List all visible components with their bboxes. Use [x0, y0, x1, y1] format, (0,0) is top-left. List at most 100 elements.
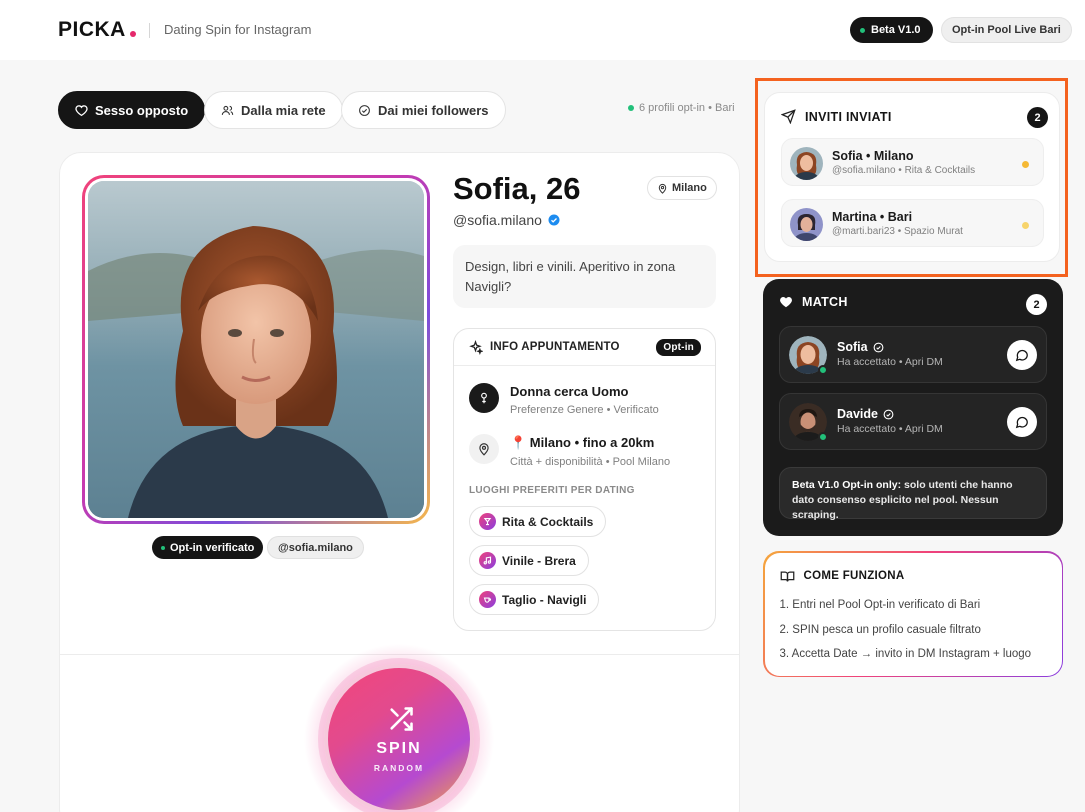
match-name-text: Davide — [837, 407, 878, 421]
match-item[interactable]: Davide Ha accettato • Apri DM — [779, 393, 1047, 450]
sparkle-icon — [469, 339, 483, 355]
beta-note: Beta V1.0 Opt-in only: solo utenti che h… — [779, 467, 1047, 521]
location-pin-icon — [469, 434, 499, 464]
heart-icon — [780, 297, 792, 308]
tagline: Dating Spin for Instagram — [164, 22, 312, 37]
how-step: 2. SPIN pesca un profilo casuale filtrat… — [779, 623, 981, 636]
location-pin-icon — [658, 183, 667, 194]
info-title: INFO APPUNTAMENTO — [490, 341, 620, 353]
logo-text: PICKA — [58, 18, 126, 41]
spin-button[interactable]: SPIN RANDOM — [324, 664, 474, 812]
music-note-icon — [479, 552, 496, 569]
city-badge: Milano — [647, 176, 717, 200]
city-label: Milano — [672, 182, 707, 194]
match-sub: Ha accettato • Apri DM — [837, 423, 943, 435]
pool-status-text: 6 profili opt-in • Bari — [639, 102, 735, 114]
logo[interactable]: PICKA — [58, 18, 136, 42]
info-row-sub: Preferenze Genere • Verificato — [510, 404, 659, 416]
verified-icon — [873, 342, 883, 352]
avatar — [789, 403, 828, 442]
beta-badge: Beta V1.0 — [850, 17, 933, 43]
invites-title: INVITI INVIATI — [805, 109, 892, 124]
spin-sub: RANDOM — [373, 763, 425, 773]
how-it-works-card: COME FUNZIONA 1. Entri nel Pool Opt-in v… — [763, 551, 1063, 677]
cocktail-icon — [479, 513, 496, 530]
send-icon — [781, 109, 796, 124]
info-appuntamento-card: INFO APPUNTAMENTO Opt-in Donna cerca Uom… — [453, 328, 716, 631]
online-indicator — [818, 365, 828, 375]
profile-handle[interactable]: @sofia.milano — [453, 212, 560, 228]
coffee-cup-icon — [479, 591, 496, 608]
beta-badge-label: Beta V1.0 — [871, 24, 921, 36]
place-label: Rita & Cocktails — [502, 514, 594, 529]
place-label: Taglio - Navigli — [502, 592, 587, 607]
header-divider — [149, 23, 150, 38]
info-row-location: 📍 Milano • fino a 20km Città + disponibi… — [469, 434, 670, 468]
info-header: INFO APPUNTAMENTO Opt-in — [454, 329, 715, 366]
invites-card: INVITI INVIATI 2 Sofia • Milano @sofia.m… — [764, 92, 1060, 262]
handle-badge[interactable]: @sofia.milano — [267, 536, 364, 559]
places-label: LUOGHI PREFERITI PER DATING — [469, 485, 635, 496]
invite-sub: @marti.bari23 • Spazio Murat — [832, 226, 963, 237]
invite-sub: @sofia.milano • Rita & Cocktails — [832, 165, 976, 176]
optin-badge: Opt-in — [656, 338, 701, 356]
online-indicator — [818, 432, 828, 442]
filter-label: Dai miei followers — [378, 102, 489, 118]
match-title: MATCH — [802, 295, 848, 309]
invite-title: Sofia • Milano — [832, 149, 914, 163]
filter-label: Sesso opposto — [95, 102, 189, 118]
heart-icon — [75, 104, 88, 116]
pool-badge[interactable]: Opt-in Pool Live Bari — [941, 17, 1072, 43]
invite-title: Martina • Bari — [832, 210, 913, 224]
pending-status-dot — [1022, 222, 1029, 229]
how-step: 1. Entri nel Pool Opt-in verificato di B… — [779, 598, 981, 611]
filter-label: Dalla mia rete — [241, 102, 326, 118]
book-icon — [780, 571, 794, 582]
match-name-text: Sofia — [837, 340, 868, 354]
avatar — [789, 336, 828, 375]
invites-count: 2 — [1027, 107, 1048, 128]
match-item[interactable]: Sofia Ha accettato • Apri DM — [779, 326, 1047, 383]
invite-item[interactable]: Sofia • Milano @sofia.milano • Rita & Co… — [781, 138, 1044, 186]
invite-item[interactable]: Martina • Bari @marti.bari23 • Spazio Mu… — [781, 199, 1044, 247]
filter-dalla-mia-rete[interactable]: Dalla mia rete — [204, 91, 343, 129]
check-circle-icon — [359, 104, 370, 116]
status-dot — [860, 27, 865, 33]
info-row-title: 📍 Milano • fino a 20km — [510, 435, 655, 450]
beta-note-bold: Beta V1.0 Opt-in only: — [792, 479, 902, 491]
invites-header: INVITI INVIATI — [781, 109, 892, 124]
match-name: Sofia — [837, 340, 884, 354]
profile-photo-frame — [82, 175, 430, 524]
logo-dot — [129, 31, 136, 37]
open-dm-button[interactable] — [1007, 340, 1037, 370]
avatar — [790, 147, 823, 180]
how-title: COME FUNZIONA — [803, 570, 905, 582]
top-bar: PICKA Dating Spin for Instagram Beta V1.… — [0, 0, 1085, 60]
status-dot — [161, 545, 165, 550]
place-chip-taglio-navigli[interactable]: Taglio - Navigli — [469, 584, 600, 615]
online-dot — [628, 105, 634, 111]
profile-photo[interactable] — [88, 181, 424, 518]
info-row-title: Donna cerca Uomo — [510, 384, 629, 399]
shuffle-icon — [390, 707, 413, 731]
spin-label: SPIN — [376, 740, 422, 757]
info-row-sub: Città + disponibilità • Pool Milano — [510, 456, 671, 468]
users-icon — [221, 105, 234, 115]
portrait-image — [88, 181, 424, 518]
verified-icon — [883, 409, 894, 419]
place-chip-rita-cocktails[interactable]: Rita & Cocktails — [469, 506, 607, 537]
filter-sesso-opposto[interactable]: Sesso opposto — [58, 91, 206, 129]
place-chip-vinile-brera[interactable]: Vinile - Brera — [469, 545, 589, 576]
avatar — [790, 208, 823, 241]
filter-dai-miei-followers[interactable]: Dai miei followers — [341, 91, 506, 129]
how-step: 3. Accetta Date → invito in DM Instagram… — [779, 647, 1032, 660]
profile-name: Sofia, 26 — [453, 171, 581, 206]
verified-badge-icon — [548, 214, 560, 226]
chat-bubble-icon — [1015, 349, 1028, 362]
how-header: COME FUNZIONA — [780, 569, 905, 584]
open-dm-button[interactable] — [1007, 407, 1037, 437]
match-card: MATCH 2 Sofia Ha accettato • Apri DM Dav… — [763, 279, 1063, 536]
pending-status-dot — [1022, 161, 1029, 168]
gender-icon — [469, 383, 499, 413]
place-label: Vinile - Brera — [502, 553, 576, 568]
